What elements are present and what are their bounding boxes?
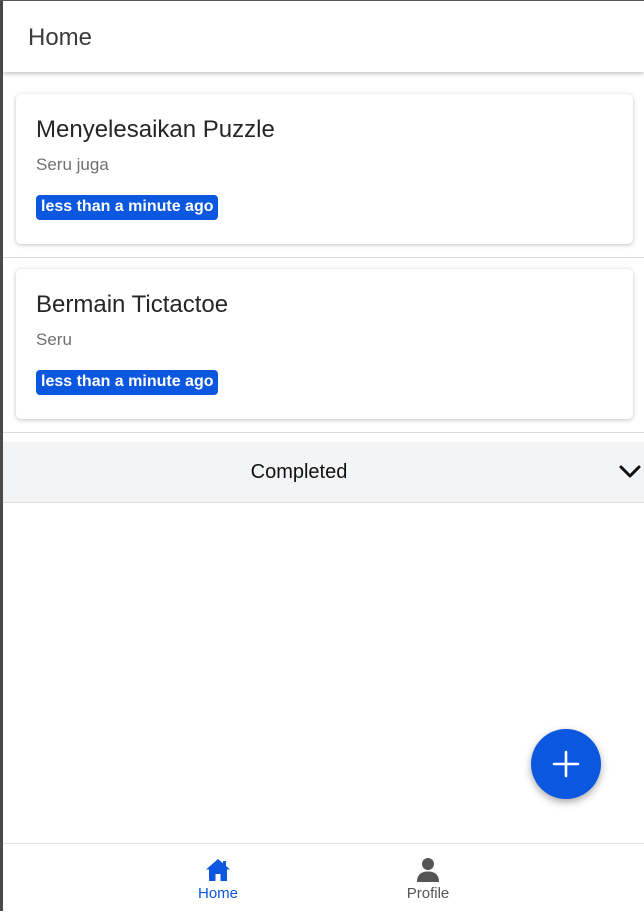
bottom-navigation: Home Profile <box>3 843 644 912</box>
task-description: Seru juga <box>36 155 109 174</box>
timestamp-badge: less than a minute ago <box>36 195 219 220</box>
nav-home-label: Home <box>197 885 238 902</box>
chevron-down-icon <box>619 465 641 478</box>
task-title: Menyelesaikan Puzzle <box>36 116 275 143</box>
task-list-item: Bermain Tictactoe Seru less than a minut… <box>3 258 644 433</box>
task-card[interactable]: Menyelesaikan Puzzle Seru juga less than… <box>16 94 633 244</box>
completed-section-label: Completed <box>250 461 348 483</box>
nav-item-profile[interactable]: Profile <box>368 856 488 902</box>
nav-profile-label: Profile <box>406 885 450 902</box>
person-icon <box>417 858 439 882</box>
task-description: Seru <box>36 330 72 349</box>
task-card[interactable]: Bermain Tictactoe Seru less than a minut… <box>16 269 633 419</box>
timestamp-badge: less than a minute ago <box>36 370 219 395</box>
add-task-button[interactable] <box>531 729 601 799</box>
app-bar: Home <box>3 1 644 72</box>
task-list-item: Menyelesaikan Puzzle Seru juga less than… <box>3 72 644 258</box>
home-icon <box>206 859 230 881</box>
task-title: Bermain Tictactoe <box>36 291 229 318</box>
page-title: Home <box>28 24 93 51</box>
completed-section-toggle[interactable]: Completed <box>3 442 644 503</box>
app-frame: Home Menyelesaikan Puzzle Seru juga less… <box>0 0 644 912</box>
nav-item-home[interactable]: Home <box>158 856 278 902</box>
plus-icon <box>552 750 580 778</box>
